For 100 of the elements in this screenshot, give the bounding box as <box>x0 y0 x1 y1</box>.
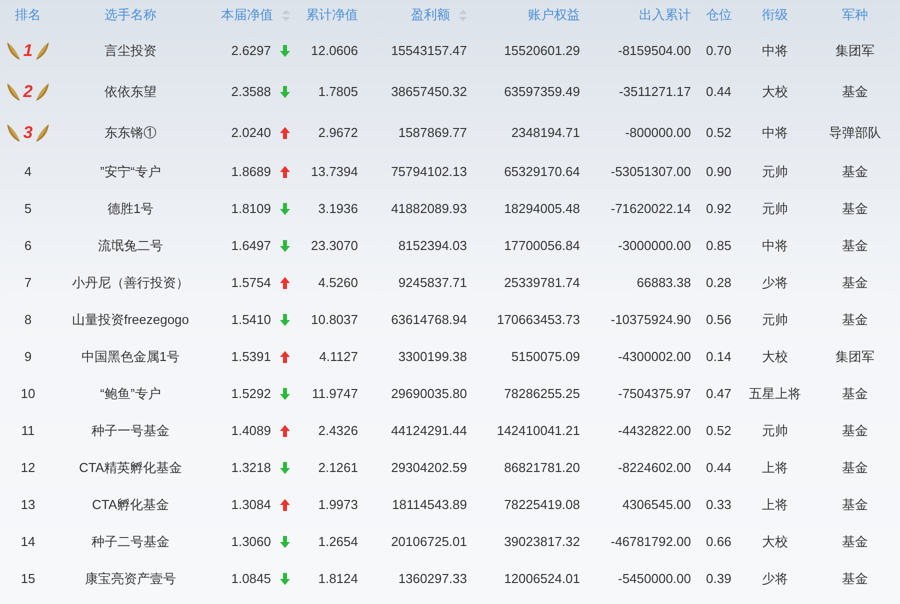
player-name: 中国黑色金属1号 <box>81 348 180 366</box>
rank-number: 9 <box>24 348 32 366</box>
profit-amount: 44124291.44 <box>391 422 467 440</box>
cumulative-flow: -4300002.00 <box>618 348 691 366</box>
cumulative-flow: -7504375.97 <box>618 384 691 403</box>
branch-name: 导弹部队 <box>829 124 881 142</box>
position-ratio: 0.44 <box>706 82 732 101</box>
branch-name: 基金 <box>842 532 868 551</box>
profit-amount: 18114543.89 <box>392 496 467 514</box>
rank-number: 15 <box>20 570 36 588</box>
rank-title: 中将 <box>762 124 788 142</box>
net-value: 1.0845 <box>231 570 271 588</box>
laurel-right-icon <box>34 40 49 60</box>
account-equity: 5150075.09 <box>511 348 580 366</box>
cumulative-net-value: 4.5260 <box>318 274 358 292</box>
profit-amount: 63614768.94 <box>391 310 467 329</box>
position-ratio: 0.44 <box>706 458 732 477</box>
position-ratio: 0.70 <box>706 42 732 60</box>
branch-name: 基金 <box>842 384 868 403</box>
account-equity: 18294005.48 <box>504 200 580 218</box>
laurel-right-icon <box>34 122 49 142</box>
branch-name: 基金 <box>842 274 868 292</box>
column-header: 军种 <box>842 6 868 24</box>
rank-number: 10 <box>20 384 36 403</box>
rank-title: 中将 <box>762 42 788 60</box>
cumulative-net-value: 1.8124 <box>318 570 358 588</box>
net-value: 1.5292 <box>231 384 271 403</box>
cumulative-flow: -8224602.00 <box>618 458 691 477</box>
position-ratio: 0.47 <box>706 384 732 403</box>
player-name: 东东锵① <box>104 124 156 142</box>
cumulative-net-value: 2.4326 <box>318 422 358 440</box>
rank-number: 2 <box>22 83 34 100</box>
branch-name: 基金 <box>842 236 868 255</box>
rank-number: 14 <box>20 532 36 551</box>
rank-title: 元帅 <box>762 422 788 440</box>
account-equity: 86821781.20 <box>504 458 580 477</box>
position-ratio: 0.39 <box>706 570 732 588</box>
player-name: “鲍鱼”专户 <box>100 384 161 403</box>
rank-number: 7 <box>24 274 32 292</box>
account-equity: 15520601.29 <box>504 42 580 60</box>
account-equity: 65329170.64 <box>504 162 580 181</box>
player-name: 流氓兔二号 <box>98 236 163 255</box>
account-equity: 12006524.01 <box>504 570 580 588</box>
column-header: 账户权益 <box>528 6 580 24</box>
column-header: 本届净值 <box>221 6 273 24</box>
sort-icon[interactable] <box>459 10 467 20</box>
net-value: 1.5391 <box>231 348 271 366</box>
cumulative-net-value: 3.1936 <box>318 200 358 218</box>
cumulative-flow: -10375924.90 <box>610 310 691 329</box>
cumulative-net-value: 2.9672 <box>318 124 358 142</box>
player-name: 依依东望 <box>104 82 156 101</box>
net-value: 1.4089 <box>231 422 271 440</box>
cumulative-net-value: 12.0606 <box>311 42 358 60</box>
player-name: CTA孵化基金 <box>92 496 170 514</box>
player-name: 德胜1号 <box>107 200 154 218</box>
branch-name: 集团军 <box>836 348 874 366</box>
account-equity: 25339781.74 <box>504 274 580 292</box>
net-value: 2.3588 <box>231 82 271 101</box>
column-header: 选手名称 <box>104 6 156 24</box>
rank-title: 少将 <box>762 274 788 292</box>
branch-name: 基金 <box>842 570 868 588</box>
account-equity: 170663453.73 <box>496 310 580 329</box>
account-equity: 63597359.49 <box>504 82 580 101</box>
player-name: 小丹尼（善行投资） <box>72 274 189 292</box>
cumulative-flow: 4306545.00 <box>622 496 691 514</box>
rank-number: 5 <box>24 200 32 218</box>
rank-title: 大校 <box>762 348 788 366</box>
net-value: 1.5410 <box>231 310 271 329</box>
player-name: 康宝亮资产壹号 <box>85 570 176 588</box>
player-name: 言尘投资 <box>104 42 156 60</box>
rank-number: 4 <box>24 162 32 181</box>
account-equity: 2348194.71 <box>511 124 580 142</box>
cumulative-flow: -3511271.17 <box>618 82 691 101</box>
rank-title: 少将 <box>762 570 788 588</box>
rank-number: 11 <box>21 422 35 440</box>
cumulative-flow: -46781792.00 <box>610 532 691 551</box>
position-ratio: 0.56 <box>706 310 732 329</box>
profit-amount: 3300199.38 <box>398 348 467 366</box>
cumulative-net-value: 10.8037 <box>311 310 358 329</box>
cumulative-flow: -53051307.00 <box>610 162 691 181</box>
rank-title: 中将 <box>762 236 788 255</box>
position-ratio: 0.28 <box>706 274 732 292</box>
profit-amount: 9245837.71 <box>398 274 467 292</box>
profit-amount: 1587869.77 <box>398 124 467 142</box>
cumulative-flow: 66883.38 <box>636 274 691 292</box>
cumulative-net-value: 11.9747 <box>312 384 358 403</box>
branch-name: 基金 <box>842 422 868 440</box>
cumulative-flow: -4432822.00 <box>618 422 691 440</box>
profit-amount: 38657450.32 <box>391 82 467 101</box>
net-value: 1.3218 <box>231 458 271 477</box>
column-header: 排名 <box>15 6 41 24</box>
net-value: 1.5754 <box>231 274 271 292</box>
profit-amount: 20106725.01 <box>391 532 467 551</box>
rank-title: 大校 <box>762 82 788 101</box>
position-ratio: 0.85 <box>706 236 732 255</box>
column-header: 累计净值 <box>306 6 358 24</box>
sort-icon[interactable] <box>282 10 290 20</box>
account-equity: 39023817.32 <box>504 532 580 551</box>
player-name: 种子一号基金 <box>92 422 170 440</box>
account-equity: 142410041.21 <box>496 422 580 440</box>
